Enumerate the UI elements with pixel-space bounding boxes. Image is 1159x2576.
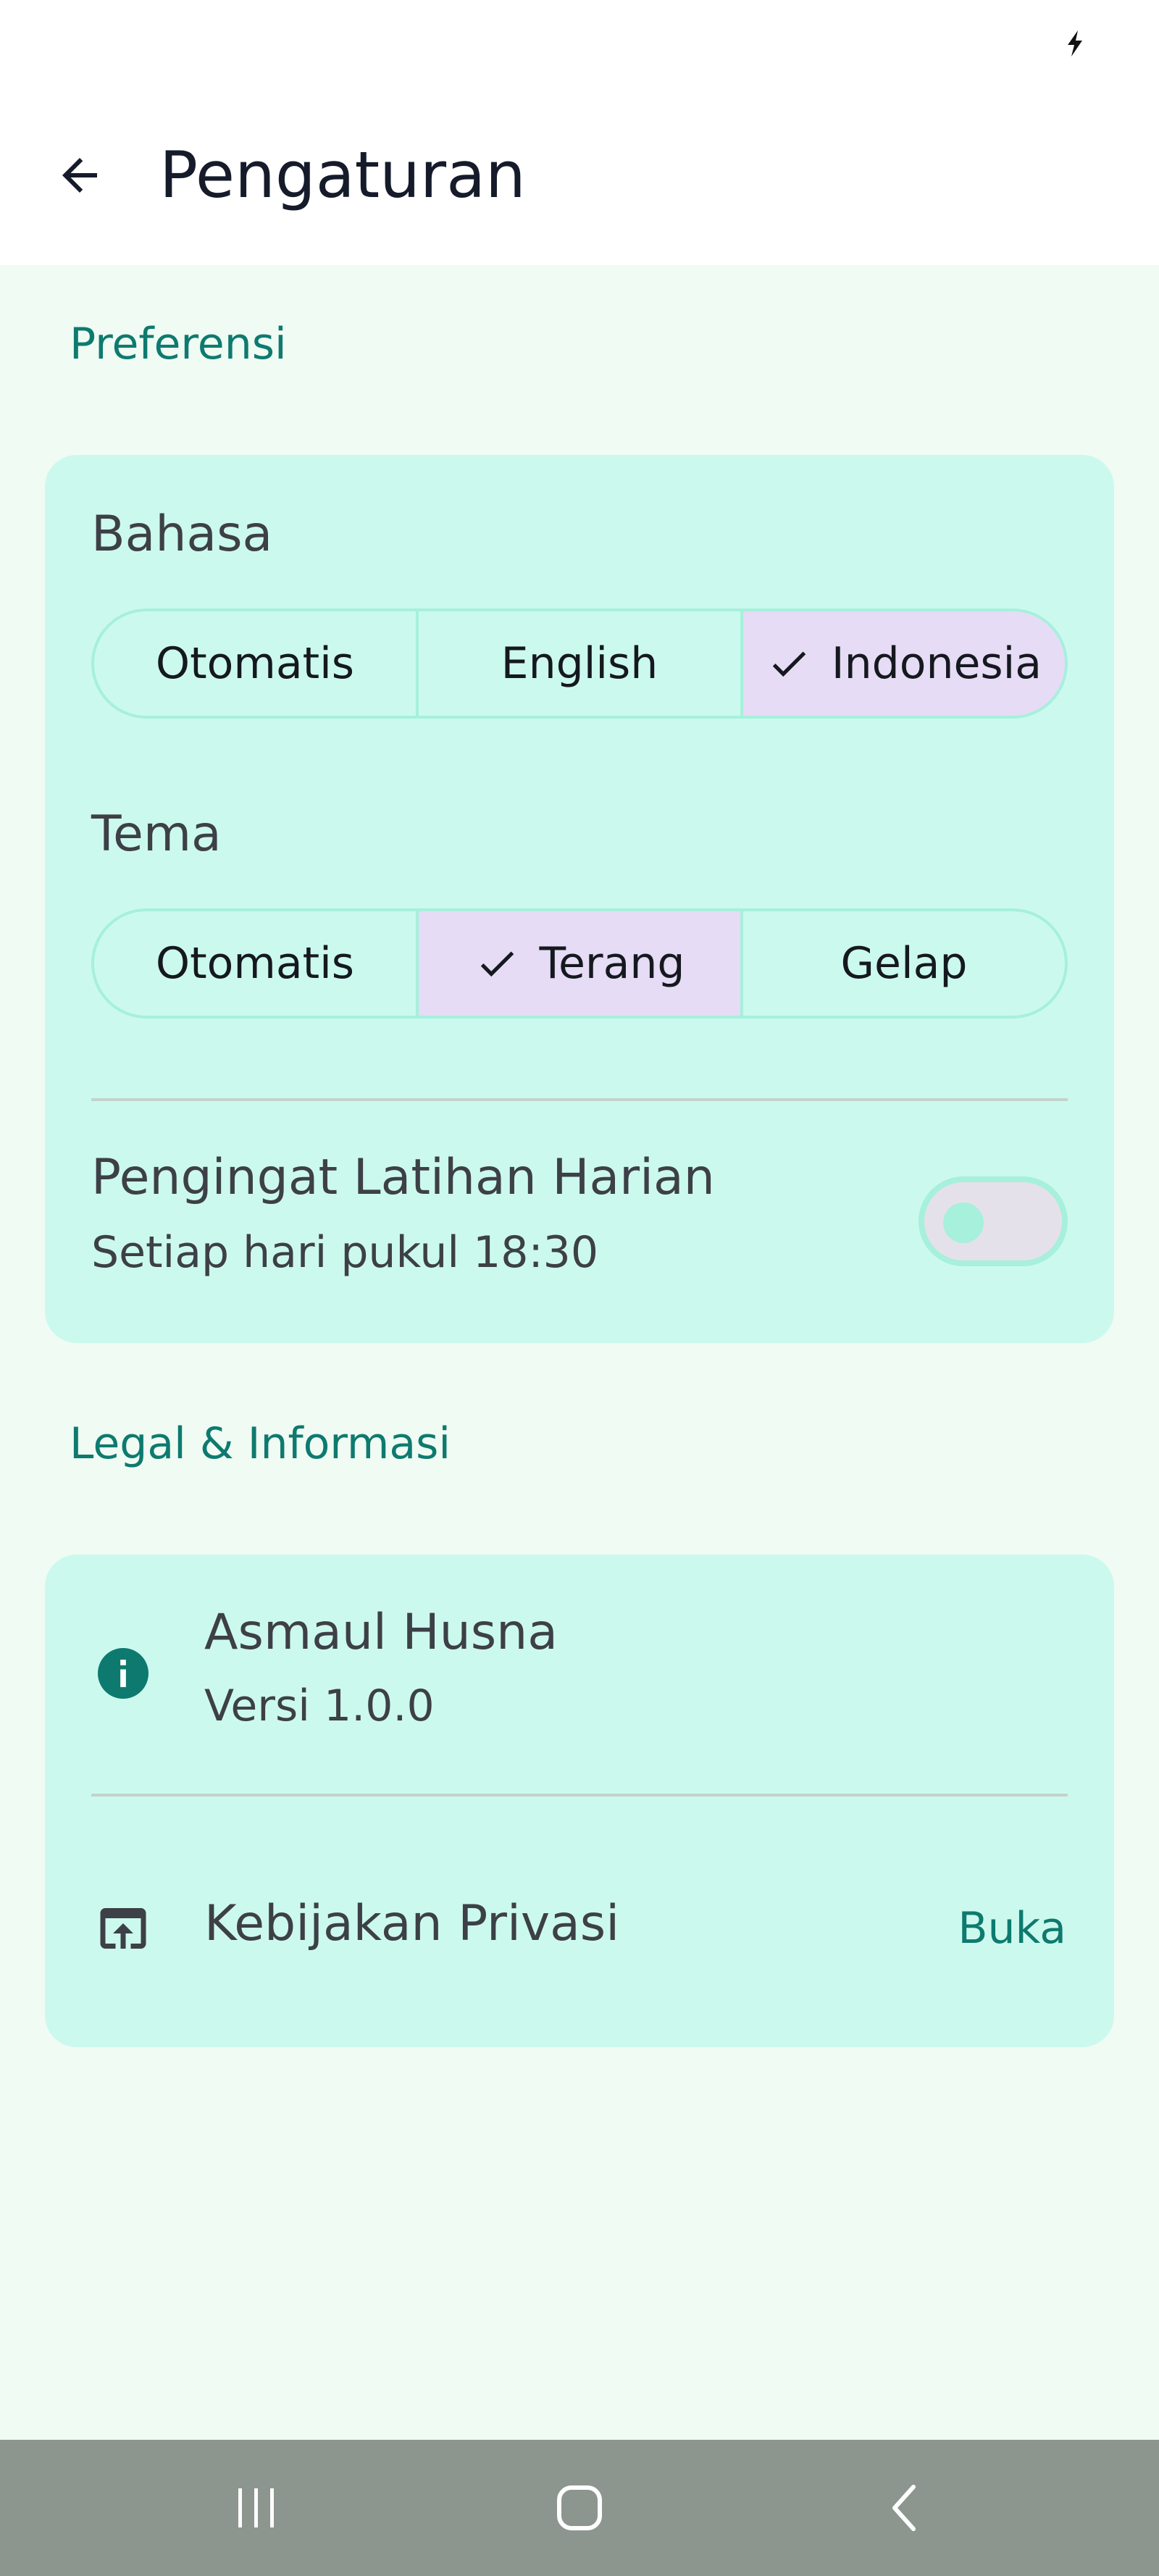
app-name: Asmaul Husna — [204, 1604, 558, 1661]
check-icon — [766, 641, 811, 686]
language-option-english[interactable]: English — [416, 611, 740, 716]
divider — [91, 1098, 1068, 1101]
divider — [91, 1794, 1068, 1797]
language-label: Bahasa — [91, 506, 273, 563]
language-option-label: Indonesia — [831, 638, 1042, 689]
legal-card: Asmaul Husna Versi 1.0.0 Kebijakan Priva… — [45, 1555, 1114, 2047]
charging-icon — [1068, 30, 1082, 57]
app-version: Versi 1.0.0 — [204, 1681, 435, 1731]
language-segmented-control: Otomatis English Indonesia — [91, 609, 1068, 719]
theme-option-dark[interactable]: Gelap — [740, 911, 1065, 1016]
theme-option-light[interactable]: Terang — [416, 911, 740, 1016]
preferences-card: Bahasa Otomatis English Indonesia Tema O… — [45, 455, 1114, 1343]
app-bar: Pengaturan — [0, 80, 1159, 265]
theme-option-auto[interactable]: Otomatis — [94, 911, 416, 1016]
theme-option-label: Otomatis — [155, 938, 355, 989]
theme-label: Tema — [91, 806, 222, 863]
section-title-legal: Legal & Informasi — [70, 1418, 451, 1469]
theme-segmented-control: Otomatis Terang Gelap — [91, 908, 1068, 1019]
reminder-toggle[interactable] — [919, 1176, 1068, 1266]
section-title-preferences: Preferensi — [70, 319, 287, 369]
privacy-policy-label: Kebijakan Privasi — [204, 1895, 620, 1952]
info-icon — [98, 1648, 148, 1699]
open-privacy-button[interactable]: Buka — [921, 1892, 1066, 1965]
language-option-label: English — [501, 638, 658, 689]
home-icon — [557, 2485, 602, 2530]
back-button[interactable] — [42, 138, 117, 213]
system-nav-bar — [0, 2440, 1159, 2576]
reminder-subtitle: Setiap hari pukul 18:30 — [91, 1227, 599, 1278]
reminder-title: Pengingat Latihan Harian — [91, 1149, 715, 1206]
home-button[interactable] — [536, 2464, 623, 2551]
theme-option-label: Terang — [539, 938, 685, 989]
arrow-left-icon — [62, 158, 97, 193]
language-option-indonesia[interactable]: Indonesia — [740, 611, 1065, 716]
page-title: Pengaturan — [159, 138, 526, 212]
open-in-browser-icon — [100, 1908, 146, 1949]
language-option-auto[interactable]: Otomatis — [94, 611, 416, 716]
nav-back-icon — [892, 2485, 916, 2531]
language-option-label: Otomatis — [155, 638, 355, 689]
nav-back-button[interactable] — [862, 2464, 949, 2551]
recent-apps-button[interactable] — [213, 2464, 300, 2551]
theme-option-label: Gelap — [840, 938, 968, 989]
status-bar — [0, 0, 1159, 80]
check-icon — [474, 941, 519, 986]
toggle-knob — [943, 1203, 984, 1243]
recent-apps-icon — [238, 2488, 274, 2527]
